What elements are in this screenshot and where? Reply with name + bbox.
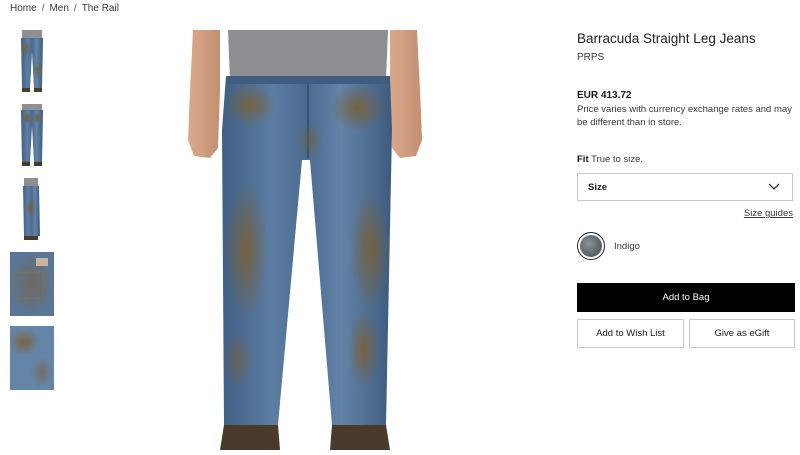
- product-details-panel: Barracuda Straight Leg Jeans PRPS EUR 41…: [577, 0, 795, 450]
- price-note: Price varies with currency exchange rate…: [577, 104, 792, 128]
- product-brand-link[interactable]: PRPS: [577, 52, 604, 63]
- size-select-label: Size: [588, 181, 608, 193]
- add-to-wish-list-button[interactable]: Add to Wish List: [577, 319, 684, 348]
- thumbnail-fabric-closeup[interactable]: [10, 326, 54, 390]
- thumbnail-back[interactable]: [10, 104, 54, 168]
- thumbnail-front[interactable]: [10, 30, 54, 94]
- main-product-image: [150, 30, 460, 450]
- breadcrumb-the-rail[interactable]: The Rail: [82, 3, 119, 14]
- thumbnail-pocket-detail[interactable]: [10, 252, 54, 316]
- give-as-egift-button[interactable]: Give as eGift: [689, 319, 795, 348]
- selected-color-name: Indigo: [614, 241, 640, 252]
- swatch-fill: [580, 235, 602, 257]
- fit-info: Fit True to size.: [577, 154, 643, 165]
- size-select[interactable]: Size: [577, 173, 793, 201]
- color-swatch-indigo[interactable]: [577, 232, 605, 260]
- product-title: Barracuda Straight Leg Jeans: [577, 31, 756, 46]
- size-guides-link[interactable]: Size guides: [744, 208, 793, 219]
- breadcrumb-separator: /: [73, 3, 77, 14]
- fit-value: True to size.: [591, 154, 643, 165]
- chevron-down-icon: [768, 178, 780, 196]
- breadcrumb-separator: /: [41, 3, 45, 14]
- add-to-bag-button[interactable]: Add to Bag: [577, 283, 795, 312]
- breadcrumb-men[interactable]: Men: [49, 3, 68, 14]
- product-price: EUR 413.72: [577, 90, 632, 101]
- thumbnail-side[interactable]: [10, 178, 54, 242]
- fit-label: Fit: [577, 154, 589, 165]
- breadcrumb-home[interactable]: Home: [10, 3, 37, 14]
- breadcrumb: Home / Men / The Rail: [10, 3, 119, 14]
